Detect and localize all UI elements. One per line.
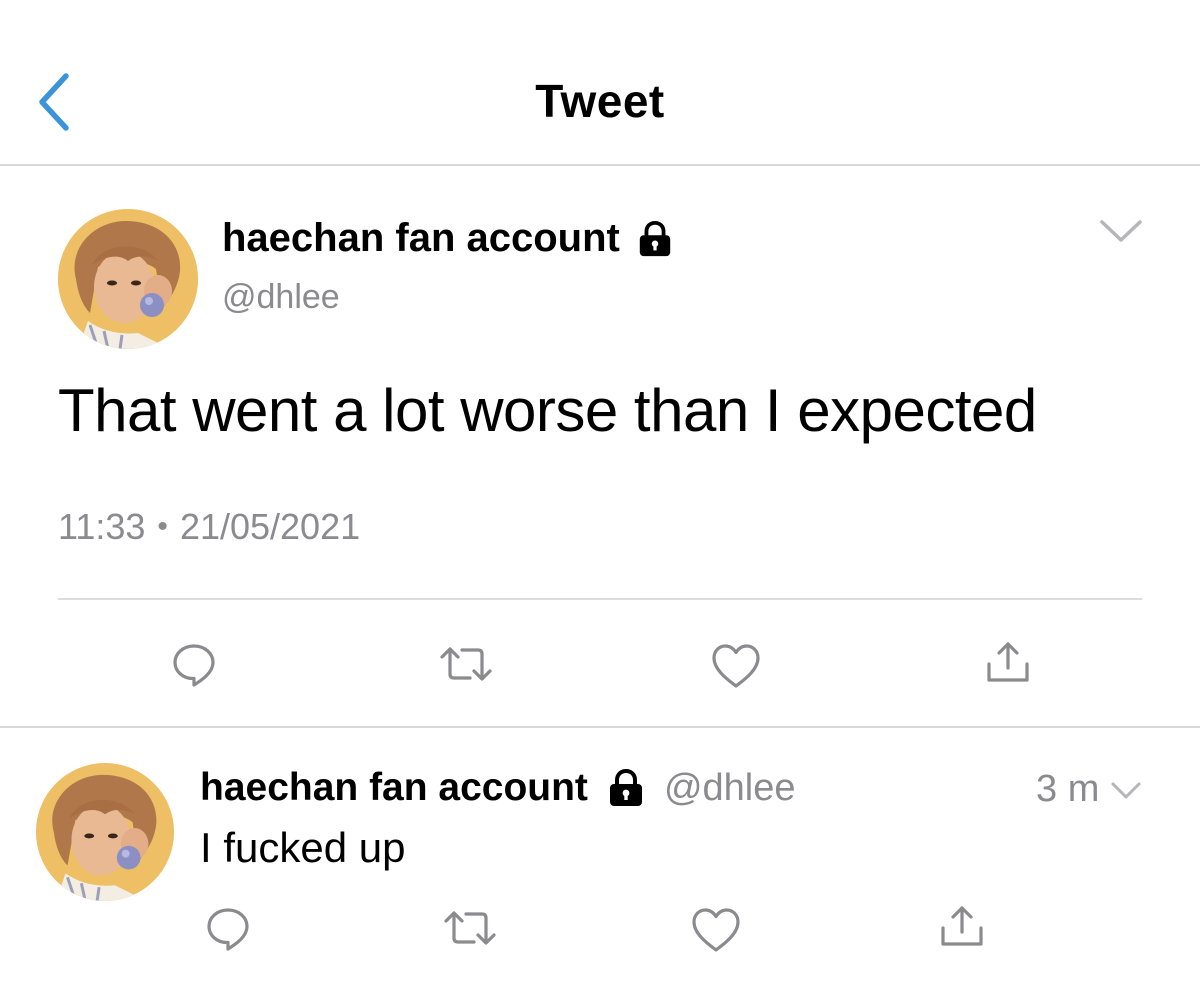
share-icon <box>984 638 1032 686</box>
retweet-icon <box>440 904 500 952</box>
reply-button[interactable] <box>170 640 218 693</box>
reply-button[interactable] <box>204 904 252 957</box>
tweet-date: 21/05/2021 <box>179 506 361 547</box>
avatar-image <box>36 763 174 901</box>
reply-icon <box>204 904 252 952</box>
relative-time: 3 m <box>1036 768 1100 810</box>
retweet-button[interactable] <box>440 904 500 957</box>
author-handle[interactable]: @dhlee <box>222 278 340 317</box>
share-icon <box>938 902 986 950</box>
retweet-button[interactable] <box>436 640 496 693</box>
lock-icon <box>606 768 646 808</box>
avatar-image <box>58 209 198 349</box>
like-icon <box>690 906 742 954</box>
page-title: Tweet <box>535 75 665 127</box>
author-handle[interactable]: @dhlee <box>664 767 796 810</box>
author-display-name[interactable]: haechan fan account <box>200 766 588 810</box>
tweet-text: I fucked up <box>200 824 406 871</box>
author-display-name[interactable]: haechan fan account <box>222 216 620 261</box>
separator-dot: • <box>157 510 168 543</box>
like-icon <box>710 642 762 690</box>
lock-icon <box>636 220 674 258</box>
main-tweet: haechan fan account @dhlee That went a l… <box>0 168 1200 728</box>
reply-author-row: haechan fan account @dhlee <box>200 766 796 810</box>
author-name-row: haechan fan account <box>222 216 674 261</box>
chevron-down-icon <box>1100 220 1142 242</box>
avatar[interactable] <box>36 763 174 901</box>
avatar[interactable] <box>58 209 198 349</box>
retweet-icon <box>436 640 496 688</box>
divider <box>58 598 1142 600</box>
tweet-menu-button[interactable] <box>1098 216 1144 246</box>
tweet-timestamp: 11:33 • 21/05/2021 <box>58 506 360 548</box>
reply-icon <box>170 640 218 688</box>
reply-tweet[interactable]: haechan fan account @dhlee 3 m I fucked … <box>0 730 1200 982</box>
like-button[interactable] <box>690 906 742 959</box>
chevron-down-icon <box>1111 782 1141 799</box>
tweet-text: That went a lot worse than I expected <box>58 377 1037 444</box>
like-button[interactable] <box>710 642 762 695</box>
top-nav-bar: Tweet <box>0 0 1200 166</box>
tweet-time: 11:33 <box>58 506 146 547</box>
share-button[interactable] <box>938 902 986 955</box>
share-button[interactable] <box>984 638 1032 691</box>
tweet-menu-button[interactable] <box>1110 780 1142 802</box>
